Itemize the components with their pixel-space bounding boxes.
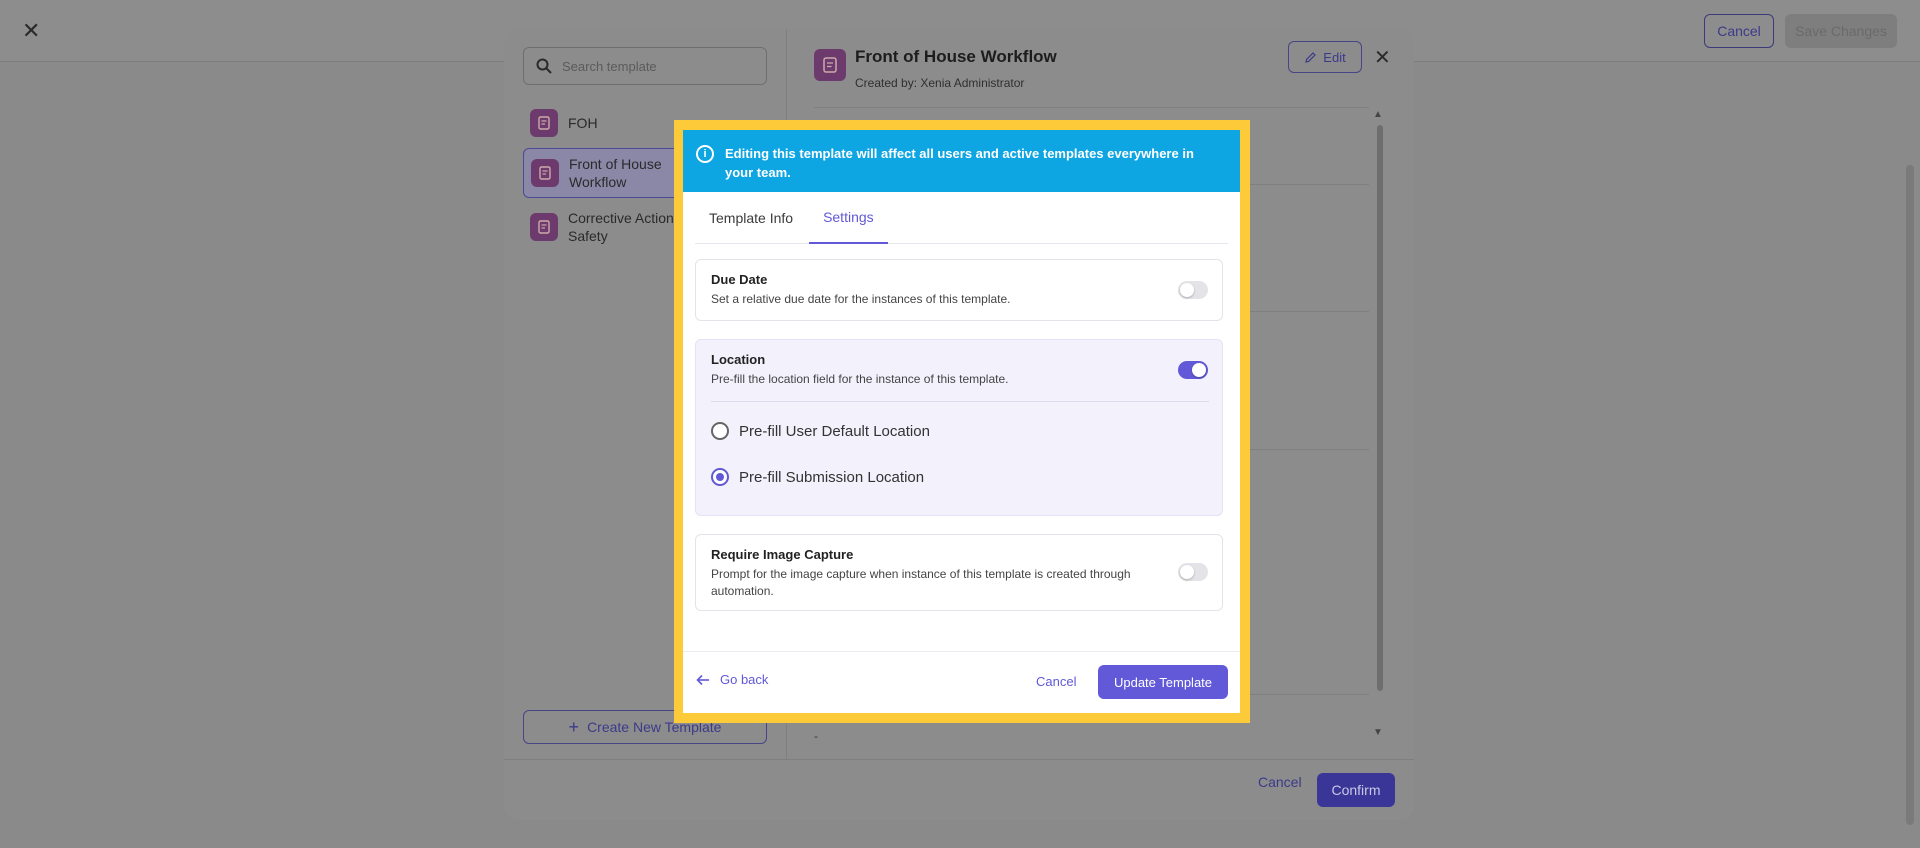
image-capture-card: Require Image Capture Prompt for the ima… xyxy=(695,534,1223,611)
edit-button[interactable]: Edit xyxy=(1288,41,1362,73)
scroll-up-icon[interactable]: ▲ xyxy=(1373,109,1383,120)
radio-submission-location[interactable]: Pre-fill Submission Location xyxy=(711,468,924,486)
template-item-label: FOH xyxy=(568,115,598,131)
banner-text: Editing this template will affect all us… xyxy=(725,146,1194,180)
confirm-button[interactable]: Confirm xyxy=(1317,773,1395,807)
due-date-title: Due Date xyxy=(711,272,768,287)
template-settings-dialog: i Editing this template will affect all … xyxy=(683,130,1240,713)
search-placeholder: Search template xyxy=(562,58,657,74)
radio-label: Pre-fill User Default Location xyxy=(739,422,930,440)
details-scrollbar[interactable] xyxy=(1377,125,1383,691)
go-back-label: Go back xyxy=(720,672,769,687)
checklist-icon xyxy=(530,213,558,241)
divider xyxy=(814,107,1369,108)
update-template-button[interactable]: Update Template xyxy=(1098,665,1228,699)
warning-banner: i Editing this template will affect all … xyxy=(683,130,1240,192)
radio-circle-selected xyxy=(711,468,729,486)
arrow-left-icon xyxy=(696,674,709,685)
checklist-icon xyxy=(530,109,558,137)
attachments-value: - xyxy=(814,729,818,743)
scroll-down-icon[interactable]: ▼ xyxy=(1373,727,1383,738)
image-capture-toggle[interactable] xyxy=(1178,563,1208,581)
go-back-button[interactable]: Go back xyxy=(696,672,768,687)
radio-label: Pre-fill Submission Location xyxy=(739,468,925,486)
close-icon[interactable]: ✕ xyxy=(1374,45,1391,70)
template-title: Front of House Workflow xyxy=(855,47,1057,66)
template-created-by: Created by: Xenia Administrator xyxy=(855,76,1025,90)
image-capture-title: Require Image Capture xyxy=(711,547,854,562)
location-toggle[interactable] xyxy=(1178,361,1208,379)
cancel-button[interactable]: Cancel xyxy=(1258,774,1302,790)
template-item-label: Front of House Workflow xyxy=(569,156,662,190)
save-changes-button[interactable]: Save Changes xyxy=(1785,14,1897,48)
tab-settings[interactable]: Settings xyxy=(809,192,888,244)
tab-template-info[interactable]: Template Info xyxy=(695,192,807,244)
page-scrollbar[interactable] xyxy=(1906,165,1914,825)
search-template-input[interactable]: Search template xyxy=(523,47,767,85)
search-icon xyxy=(536,58,552,74)
due-date-toggle[interactable] xyxy=(1178,281,1208,299)
pencil-icon xyxy=(1305,51,1317,63)
template-icon xyxy=(814,49,846,81)
due-date-description: Set a relative due date for the instance… xyxy=(711,292,1011,306)
template-item-label: Corrective Action Safety xyxy=(568,210,674,244)
divider xyxy=(711,401,1209,402)
location-description: Pre-fill the location field for the inst… xyxy=(711,372,1009,386)
location-title: Location xyxy=(711,352,766,367)
info-icon: i xyxy=(696,145,714,163)
radio-circle xyxy=(711,422,729,440)
cancel-button[interactable]: Cancel xyxy=(1704,14,1774,48)
edit-label: Edit xyxy=(1323,49,1346,65)
due-date-card: Due Date Set a relative due date for the… xyxy=(695,259,1223,321)
location-card: Location Pre-fill the location field for… xyxy=(695,339,1223,516)
image-capture-description: Prompt for the image capture when instan… xyxy=(711,567,1131,598)
checklist-icon xyxy=(531,159,559,187)
close-icon[interactable]: ✕ xyxy=(22,18,40,44)
dialog-footer: Go back Cancel Update Template xyxy=(683,651,1240,713)
radio-user-default-location[interactable]: Pre-fill User Default Location xyxy=(711,422,930,440)
cancel-button[interactable]: Cancel xyxy=(1036,674,1076,689)
plus-icon: + xyxy=(568,716,580,737)
tab-bar: Template Info Settings xyxy=(695,192,1228,244)
